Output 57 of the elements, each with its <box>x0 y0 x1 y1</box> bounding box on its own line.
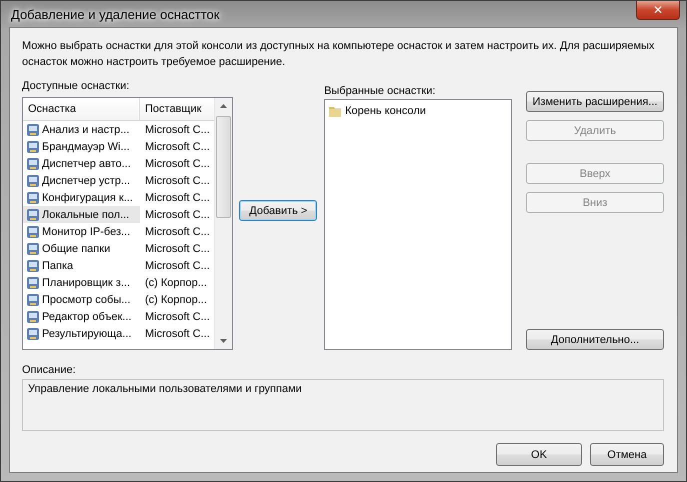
snap-in-icon <box>26 174 40 188</box>
selected-label: Выбранные оснастки: <box>324 84 436 99</box>
side-button[interactable]: Дополнительно... <box>526 329 664 350</box>
snap-in-icon <box>26 208 40 222</box>
snap-in-icon <box>26 242 40 256</box>
snap-in-item[interactable]: Результирующа... <box>23 325 140 342</box>
snap-in-icon <box>26 258 40 272</box>
vendor-cell-text: (c) Корпор... <box>144 294 207 306</box>
snap-in-item[interactable]: Общие папки <box>23 240 140 257</box>
scrollbar[interactable] <box>214 98 232 349</box>
snap-in-icon <box>26 310 40 324</box>
snap-in-item[interactable]: Редактор объек... <box>23 308 140 325</box>
available-label: Доступные оснастки: <box>22 79 130 94</box>
vendor-cell-text: Microsoft C... <box>144 140 210 152</box>
snap-in-icon <box>26 190 40 204</box>
snap-in-icon <box>26 224 40 238</box>
snap-in-icon <box>26 292 40 306</box>
snap-in-icon <box>26 276 40 290</box>
vendor-cell-text: Microsoft C... <box>144 124 210 136</box>
snap-in-item[interactable]: Локальные пол... <box>23 206 140 223</box>
vendor-cell-text: Microsoft C... <box>144 260 210 272</box>
snap-in-item[interactable]: Монитор IP-без... <box>23 223 140 240</box>
snap-in-icon <box>26 156 40 170</box>
column-header[interactable]: Поставщик <box>140 98 214 120</box>
vendor-cell-text: Microsoft C... <box>144 174 210 186</box>
description-text: Управление локальными пользователями и группами <box>28 383 302 395</box>
snap-in-item[interactable]: Просмотр собы... <box>23 291 140 308</box>
column-header[interactable]: Оснастка <box>23 98 140 120</box>
vendor-cell-text: Microsoft C... <box>144 310 210 322</box>
window-title: Добавление и удаление оснастток <box>11 7 220 22</box>
scroll-up-icon[interactable] <box>220 104 227 108</box>
snap-in-item[interactable]: Диспетчер авто... <box>23 155 140 172</box>
vendor-cell-text: Microsoft C... <box>144 208 210 220</box>
dialog-button[interactable]: OK <box>496 443 582 466</box>
snap-in-item[interactable]: Конфигурация к... <box>23 189 140 206</box>
snap-in-icon <box>26 140 40 154</box>
tree-item[interactable]: Корень консоли <box>328 102 429 119</box>
vendor-cell-text: Microsoft C... <box>144 328 210 340</box>
vendor-cell-text: (c) Корпор... <box>144 276 207 288</box>
vendor-cell-text: Microsoft C... <box>144 226 210 238</box>
side-button[interactable]: Изменить расширения... <box>526 91 664 112</box>
snap-in-icon <box>26 326 40 340</box>
vendor-cell-text: Microsoft C... <box>144 242 210 254</box>
add-button[interactable]: Добавить > <box>239 200 318 221</box>
close-button[interactable]: ✕ <box>636 1 680 20</box>
snap-in-icon <box>26 122 40 136</box>
dialog-button[interactable]: Отмена <box>590 443 664 466</box>
description-label: Описание: <box>22 363 77 378</box>
snap-in-item[interactable]: Папка <box>23 257 140 274</box>
vendor-cell-text: Microsoft C... <box>144 158 210 170</box>
intro-text: Можно выбрать оснастки для этой консоли из доступных на компьютере оснасток и затем настроить их. Для расширяемых оснасток можно настроить требуемое расширение. <box>22 39 656 70</box>
scroll-down-icon[interactable] <box>220 339 227 343</box>
snap-in-item[interactable]: Планировщик з... <box>23 274 140 291</box>
snap-in-item[interactable]: Брандмауэр Wi... <box>23 138 140 155</box>
vendor-cell-text: Microsoft C... <box>144 192 210 204</box>
snap-in-item[interactable]: Анализ и настр... <box>23 121 140 138</box>
snap-in-item[interactable]: Диспетчер устр... <box>23 172 140 189</box>
